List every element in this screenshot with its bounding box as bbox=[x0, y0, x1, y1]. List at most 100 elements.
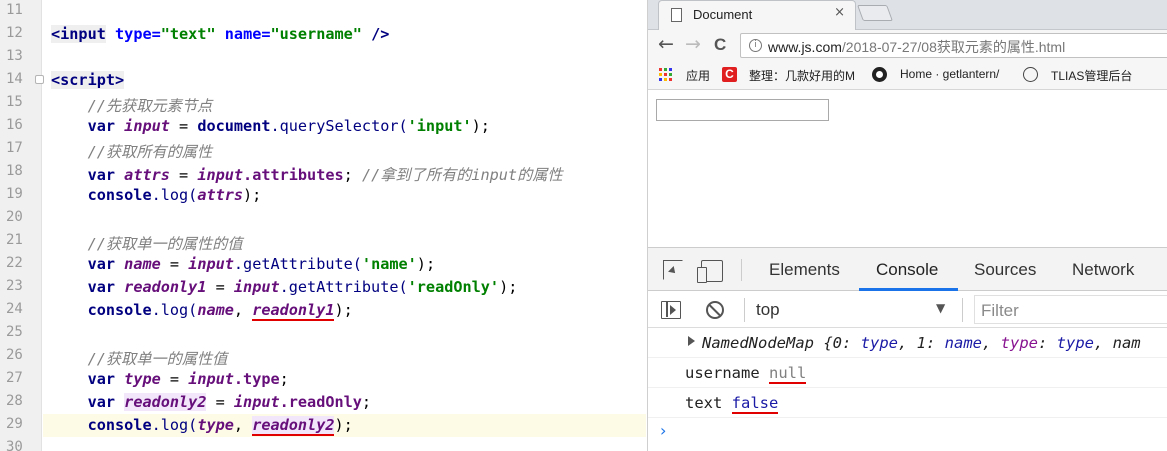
code-line[interactable]: 14 <script> bbox=[0, 69, 646, 92]
code-text: console.log(name, readonly1); bbox=[87, 301, 353, 321]
document-icon bbox=[671, 8, 682, 22]
filter-placeholder: Filter bbox=[981, 301, 1019, 320]
clear-console-icon[interactable] bbox=[706, 301, 724, 319]
console-toolbar: top ▼ Filter bbox=[648, 291, 1167, 328]
code-text: var readonly1 = input.getAttribute('read… bbox=[87, 278, 518, 296]
code-line[interactable]: 24 console.log(name, readonly1); bbox=[0, 299, 646, 322]
line-number: 28 bbox=[6, 393, 23, 409]
code-line[interactable]: 13 bbox=[0, 46, 646, 69]
browser-tab[interactable]: Document × bbox=[658, 0, 856, 31]
tab-network[interactable]: Network bbox=[1072, 260, 1134, 280]
divider bbox=[741, 259, 742, 281]
line-number: 27 bbox=[6, 370, 23, 386]
code-line[interactable]: 20 bbox=[0, 207, 646, 230]
error-underline: readonly2 bbox=[252, 416, 335, 436]
code-line[interactable]: 18 var attrs = input.attributes; //拿到了所有… bbox=[0, 161, 646, 184]
code-text: var name = input.getAttribute('name'); bbox=[87, 255, 436, 273]
divider bbox=[744, 298, 745, 322]
console-filter-input[interactable]: Filter bbox=[974, 295, 1167, 324]
code-line[interactable]: 12 <input type="text" name="username" /> bbox=[0, 23, 646, 46]
line-number: 29 bbox=[6, 416, 23, 432]
false-value: false bbox=[731, 394, 779, 414]
tab-console[interactable]: Console bbox=[876, 260, 938, 280]
console-object-preview: NamedNodeMap {0: type, 1: name, type: ty… bbox=[702, 334, 1141, 352]
line-number: 26 bbox=[6, 347, 23, 363]
globe-icon bbox=[1023, 67, 1038, 82]
console-output: NamedNodeMap {0: type, 1: name, type: ty… bbox=[648, 328, 1167, 451]
line-number: 15 bbox=[6, 94, 23, 110]
code-line[interactable]: 11 bbox=[0, 0, 646, 23]
code-line[interactable]: 25 bbox=[0, 322, 646, 345]
console-message[interactable]: username null bbox=[648, 358, 1167, 388]
line-number: 25 bbox=[6, 324, 23, 340]
line-number: 13 bbox=[6, 48, 23, 64]
line-number: 30 bbox=[6, 439, 23, 451]
bookmark-apps[interactable]: 应用 bbox=[686, 67, 710, 84]
tab-sources[interactable]: Sources bbox=[974, 260, 1036, 280]
new-tab-button[interactable] bbox=[857, 5, 893, 21]
code-text: var attrs = input.attributes; //拿到了所有的in… bbox=[87, 166, 563, 184]
inspect-element-icon[interactable] bbox=[663, 260, 683, 280]
csdn-icon: C bbox=[722, 67, 737, 82]
console-message[interactable]: NamedNodeMap {0: type, 1: name, type: ty… bbox=[648, 328, 1167, 358]
expand-triangle-icon[interactable] bbox=[688, 336, 695, 346]
code-text: <input type="text" name="username" /> bbox=[51, 25, 390, 43]
code-line[interactable]: 23 var readonly1 = input.getAttribute('r… bbox=[0, 276, 646, 299]
console-text: username null bbox=[685, 364, 807, 384]
page-viewport bbox=[648, 90, 1167, 247]
line-number: 24 bbox=[6, 301, 23, 317]
bookmark-item[interactable]: 整理：几款好用的M bbox=[749, 67, 855, 84]
code-line[interactable]: 27 var type = input.type; bbox=[0, 368, 646, 391]
line-number: 19 bbox=[6, 186, 23, 202]
address-bar[interactable]: i www.js.com/2018-07-27/08获取元素的属性.html bbox=[740, 33, 1167, 58]
browser-window: Document × ← → C i www.js.com/2018-07-27… bbox=[647, 0, 1167, 451]
tab-strip: Document × bbox=[648, 0, 1167, 31]
fold-toggle-icon[interactable] bbox=[35, 75, 44, 84]
bookmark-item[interactable]: Home · getlantern/ bbox=[900, 67, 999, 81]
code-line[interactable]: 19 console.log(attrs); bbox=[0, 184, 646, 207]
context-select[interactable]: top bbox=[756, 300, 780, 320]
url-text: www.js.com/2018-07-27/08获取元素的属性.html bbox=[768, 39, 1066, 55]
apps-grid-icon[interactable] bbox=[659, 68, 673, 82]
browser-toolbar: ← → C i www.js.com/2018-07-27/08获取元素的属性.… bbox=[648, 30, 1167, 60]
forward-button[interactable]: → bbox=[685, 33, 701, 55]
line-number: 21 bbox=[6, 232, 23, 248]
code-text: var type = input.type; bbox=[87, 370, 289, 388]
console-message[interactable]: text false bbox=[648, 388, 1167, 418]
device-toolbar-icon[interactable] bbox=[697, 260, 723, 283]
line-number: 20 bbox=[6, 209, 23, 225]
code-line-current[interactable]: 29 console.log(type, readonly2); bbox=[0, 414, 646, 437]
code-line[interactable]: 17 //获取所有的属性 bbox=[0, 138, 646, 161]
code-line[interactable]: 22 var name = input.getAttribute('name')… bbox=[0, 253, 646, 276]
code-line[interactable]: 16 var input = document.querySelector('i… bbox=[0, 115, 646, 138]
dropdown-arrow-icon[interactable]: ▼ bbox=[936, 301, 945, 315]
console-prompt-icon[interactable]: › bbox=[660, 421, 666, 440]
username-text-input[interactable] bbox=[656, 99, 829, 121]
code-text: console.log(type, readonly2); bbox=[87, 416, 353, 436]
code-editor[interactable]: 11 12 <input type="text" name="username"… bbox=[0, 0, 646, 451]
line-number: 22 bbox=[6, 255, 23, 271]
back-button[interactable]: ← bbox=[658, 33, 674, 55]
reload-button[interactable]: C bbox=[714, 35, 726, 55]
code-line[interactable]: 28 var readonly2 = input.readOnly; bbox=[0, 391, 646, 414]
code-text: console.log(attrs); bbox=[87, 186, 262, 204]
code-text: <script> bbox=[51, 71, 125, 89]
console-text: text false bbox=[685, 394, 779, 414]
bookmark-item[interactable]: TLIAS管理后台 bbox=[1051, 67, 1132, 84]
console-sidebar-icon[interactable] bbox=[661, 301, 681, 319]
null-value: null bbox=[769, 364, 807, 384]
code-text: var readonly2 = input.readOnly; bbox=[87, 393, 372, 411]
tab-elements[interactable]: Elements bbox=[769, 260, 840, 280]
code-line[interactable]: 30 bbox=[0, 437, 646, 451]
line-number: 18 bbox=[6, 163, 23, 179]
code-text: //获取单一的属性值 bbox=[87, 350, 228, 368]
info-icon[interactable]: i bbox=[749, 39, 762, 52]
code-line[interactable]: 15 //先获取元素节点 bbox=[0, 92, 646, 115]
code-text: //获取单一的属性的值 bbox=[87, 235, 243, 253]
line-number: 16 bbox=[6, 117, 23, 133]
code-text: //获取所有的属性 bbox=[87, 143, 213, 161]
code-line[interactable]: 21 //获取单一的属性的值 bbox=[0, 230, 646, 253]
code-line[interactable]: 26 //获取单一的属性值 bbox=[0, 345, 646, 368]
line-number: 17 bbox=[6, 140, 23, 156]
close-tab-icon[interactable]: × bbox=[834, 5, 845, 20]
